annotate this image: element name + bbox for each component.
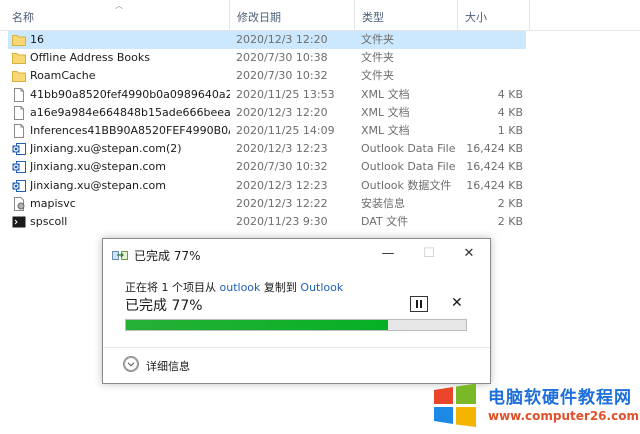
file-type: 文件夹 bbox=[361, 51, 394, 65]
file-type: 安装信息 bbox=[361, 196, 405, 210]
cancel-button[interactable]: ✕ bbox=[451, 295, 463, 311]
column-header-size[interactable]: 大小 bbox=[465, 9, 487, 24]
folder-icon bbox=[12, 51, 26, 65]
column-separator[interactable] bbox=[529, 0, 530, 30]
file-name: 41bb90a8520fef4990b0a0989640a2f... bbox=[30, 87, 230, 101]
file-modified-date: 2020/12/3 12:23 bbox=[236, 142, 328, 156]
file-type: Outlook 数据文件 bbox=[361, 178, 452, 192]
file-row[interactable]: spscoll 2020/11/23 9:30 DAT 文件 2 KB bbox=[8, 213, 526, 231]
file-row[interactable]: a16e9a984e664848b15ade666beeab... 2020/12… bbox=[8, 104, 526, 122]
file-type: DAT 文件 bbox=[361, 215, 409, 228]
chevron-down-icon bbox=[123, 356, 139, 372]
source-folder-link[interactable]: outlook bbox=[220, 281, 261, 294]
status-prefix: 正在将 1 个项目从 bbox=[125, 281, 220, 294]
dialog-divider bbox=[103, 347, 490, 348]
column-header-type[interactable]: 类型 bbox=[362, 9, 384, 24]
copy-status-text: 正在将 1 个项目从 outlook 复制到 Outlook bbox=[125, 279, 343, 295]
file-name: Inferences41BB90A8520FEF4990B0A0... bbox=[30, 124, 230, 137]
setup-info-icon bbox=[12, 196, 26, 211]
dialog-title: 已完成 77% bbox=[134, 249, 201, 263]
file-size: 1 KB bbox=[497, 124, 523, 137]
outlook-data-icon bbox=[12, 179, 26, 193]
status-middle: 复制到 bbox=[260, 281, 301, 294]
close-button[interactable]: ✕ bbox=[454, 243, 484, 265]
percent-complete-label: 已完成 77% bbox=[125, 298, 203, 314]
file-row[interactable]: mapisvc 2020/12/3 12:22 安装信息 2 KB bbox=[8, 195, 526, 213]
progress-bar-fill bbox=[126, 320, 388, 330]
folder-icon bbox=[12, 33, 26, 47]
maximize-button[interactable]: ☐ bbox=[414, 243, 444, 265]
file-name: Jinxiang.xu@stepan.com(2) bbox=[30, 142, 182, 156]
file-name: RoamCache bbox=[30, 69, 96, 83]
file-name: Offline Address Books bbox=[30, 51, 150, 65]
document-icon bbox=[12, 124, 26, 138]
file-type: Outlook Data File bbox=[361, 160, 456, 174]
file-name: a16e9a984e664848b15ade666beeab... bbox=[30, 105, 230, 119]
dat-file-icon bbox=[12, 215, 26, 229]
copy-progress-dialog: 已完成 77% — ☐ ✕ 正在将 1 个项目从 outlook 复制到 Out… bbox=[102, 238, 491, 384]
column-separator[interactable] bbox=[457, 0, 458, 30]
file-row[interactable]: Inferences41BB90A8520FEF4990B0A0... 2020/… bbox=[8, 122, 526, 140]
file-size: 4 KB bbox=[497, 87, 523, 101]
copy-transfer-icon bbox=[112, 251, 128, 260]
file-modified-date: 2020/12/3 12:22 bbox=[236, 196, 328, 210]
file-modified-date: 2020/11/23 9:30 bbox=[236, 215, 328, 228]
more-details-label: 详细信息 bbox=[146, 360, 190, 373]
file-size: 2 KB bbox=[497, 196, 523, 210]
file-row[interactable]: Jinxiang.xu@stepan.com 2020/7/30 10:32 Out… bbox=[8, 158, 526, 176]
file-modified-date: 2020/12/3 12:20 bbox=[236, 105, 328, 119]
file-modified-date: 2020/7/30 10:32 bbox=[236, 69, 328, 83]
file-row[interactable]: Offline Address Books 2020/7/30 10:38 文件夹 bbox=[8, 49, 526, 67]
column-separator[interactable] bbox=[229, 0, 230, 30]
minimize-button[interactable]: — bbox=[373, 243, 403, 265]
destination-folder-link[interactable]: Outlook bbox=[300, 281, 343, 294]
column-separator[interactable] bbox=[354, 0, 355, 30]
windows-logo-icon bbox=[434, 383, 476, 427]
file-modified-date: 2020/7/30 10:32 bbox=[236, 160, 328, 174]
sort-arrow-icon: ︿ bbox=[115, 1, 123, 10]
file-type: 文件夹 bbox=[361, 33, 394, 46]
file-type: XML 文档 bbox=[361, 124, 410, 137]
file-row[interactable]: 41bb90a8520fef4990b0a0989640a2f... 2020/1… bbox=[8, 86, 526, 104]
file-type: 文件夹 bbox=[361, 69, 394, 83]
file-modified-date: 2020/7/30 10:38 bbox=[236, 51, 328, 65]
folder-icon bbox=[12, 69, 26, 83]
file-name: spscoll bbox=[30, 215, 68, 228]
progress-bar bbox=[125, 319, 467, 331]
file-row[interactable]: Jinxiang.xu@stepan.com(2) 2020/12/3 12:23… bbox=[8, 140, 526, 158]
file-name: 16 bbox=[30, 33, 44, 46]
outlook-data-icon bbox=[12, 160, 26, 174]
pause-button[interactable] bbox=[410, 296, 428, 312]
file-row[interactable]: Jinxiang.xu@stepan.com 2020/12/3 12:23 Out… bbox=[8, 177, 526, 195]
file-name: Jinxiang.xu@stepan.com bbox=[30, 160, 167, 174]
file-size: 16,424 KB bbox=[466, 178, 523, 192]
document-icon bbox=[12, 105, 26, 120]
file-size: 16,424 KB bbox=[466, 142, 523, 156]
column-header-row: ︿ 名称 修改日期 类型 大小 bbox=[0, 0, 640, 31]
file-row[interactable]: RoamCache 2020/7/30 10:32 文件夹 bbox=[8, 67, 526, 85]
file-modified-date: 2020/12/3 12:23 bbox=[236, 178, 328, 192]
file-type: XML 文档 bbox=[361, 105, 410, 119]
watermark-site-name: 电脑软硬件教程网 bbox=[488, 388, 632, 408]
file-name: mapisvc bbox=[30, 196, 76, 210]
file-size: 4 KB bbox=[497, 105, 523, 119]
watermark-url: www.computer26.com bbox=[488, 409, 639, 423]
column-header-date[interactable]: 修改日期 bbox=[237, 9, 281, 24]
file-name: Jinxiang.xu@stepan.com bbox=[30, 178, 167, 192]
column-header-name[interactable]: 名称 bbox=[12, 9, 34, 24]
file-size: 2 KB bbox=[497, 215, 523, 228]
file-type: Outlook Data File bbox=[361, 142, 456, 156]
file-type: XML 文档 bbox=[361, 87, 410, 101]
file-row[interactable]: 16 2020/12/3 12:20 文件夹 bbox=[8, 31, 526, 49]
file-modified-date: 2020/11/25 13:53 bbox=[236, 87, 335, 101]
document-icon bbox=[12, 87, 26, 102]
file-modified-date: 2020/12/3 12:20 bbox=[236, 33, 328, 46]
file-modified-date: 2020/11/25 14:09 bbox=[236, 124, 335, 137]
file-size: 16,424 KB bbox=[466, 160, 523, 174]
outlook-data-icon bbox=[12, 142, 26, 156]
